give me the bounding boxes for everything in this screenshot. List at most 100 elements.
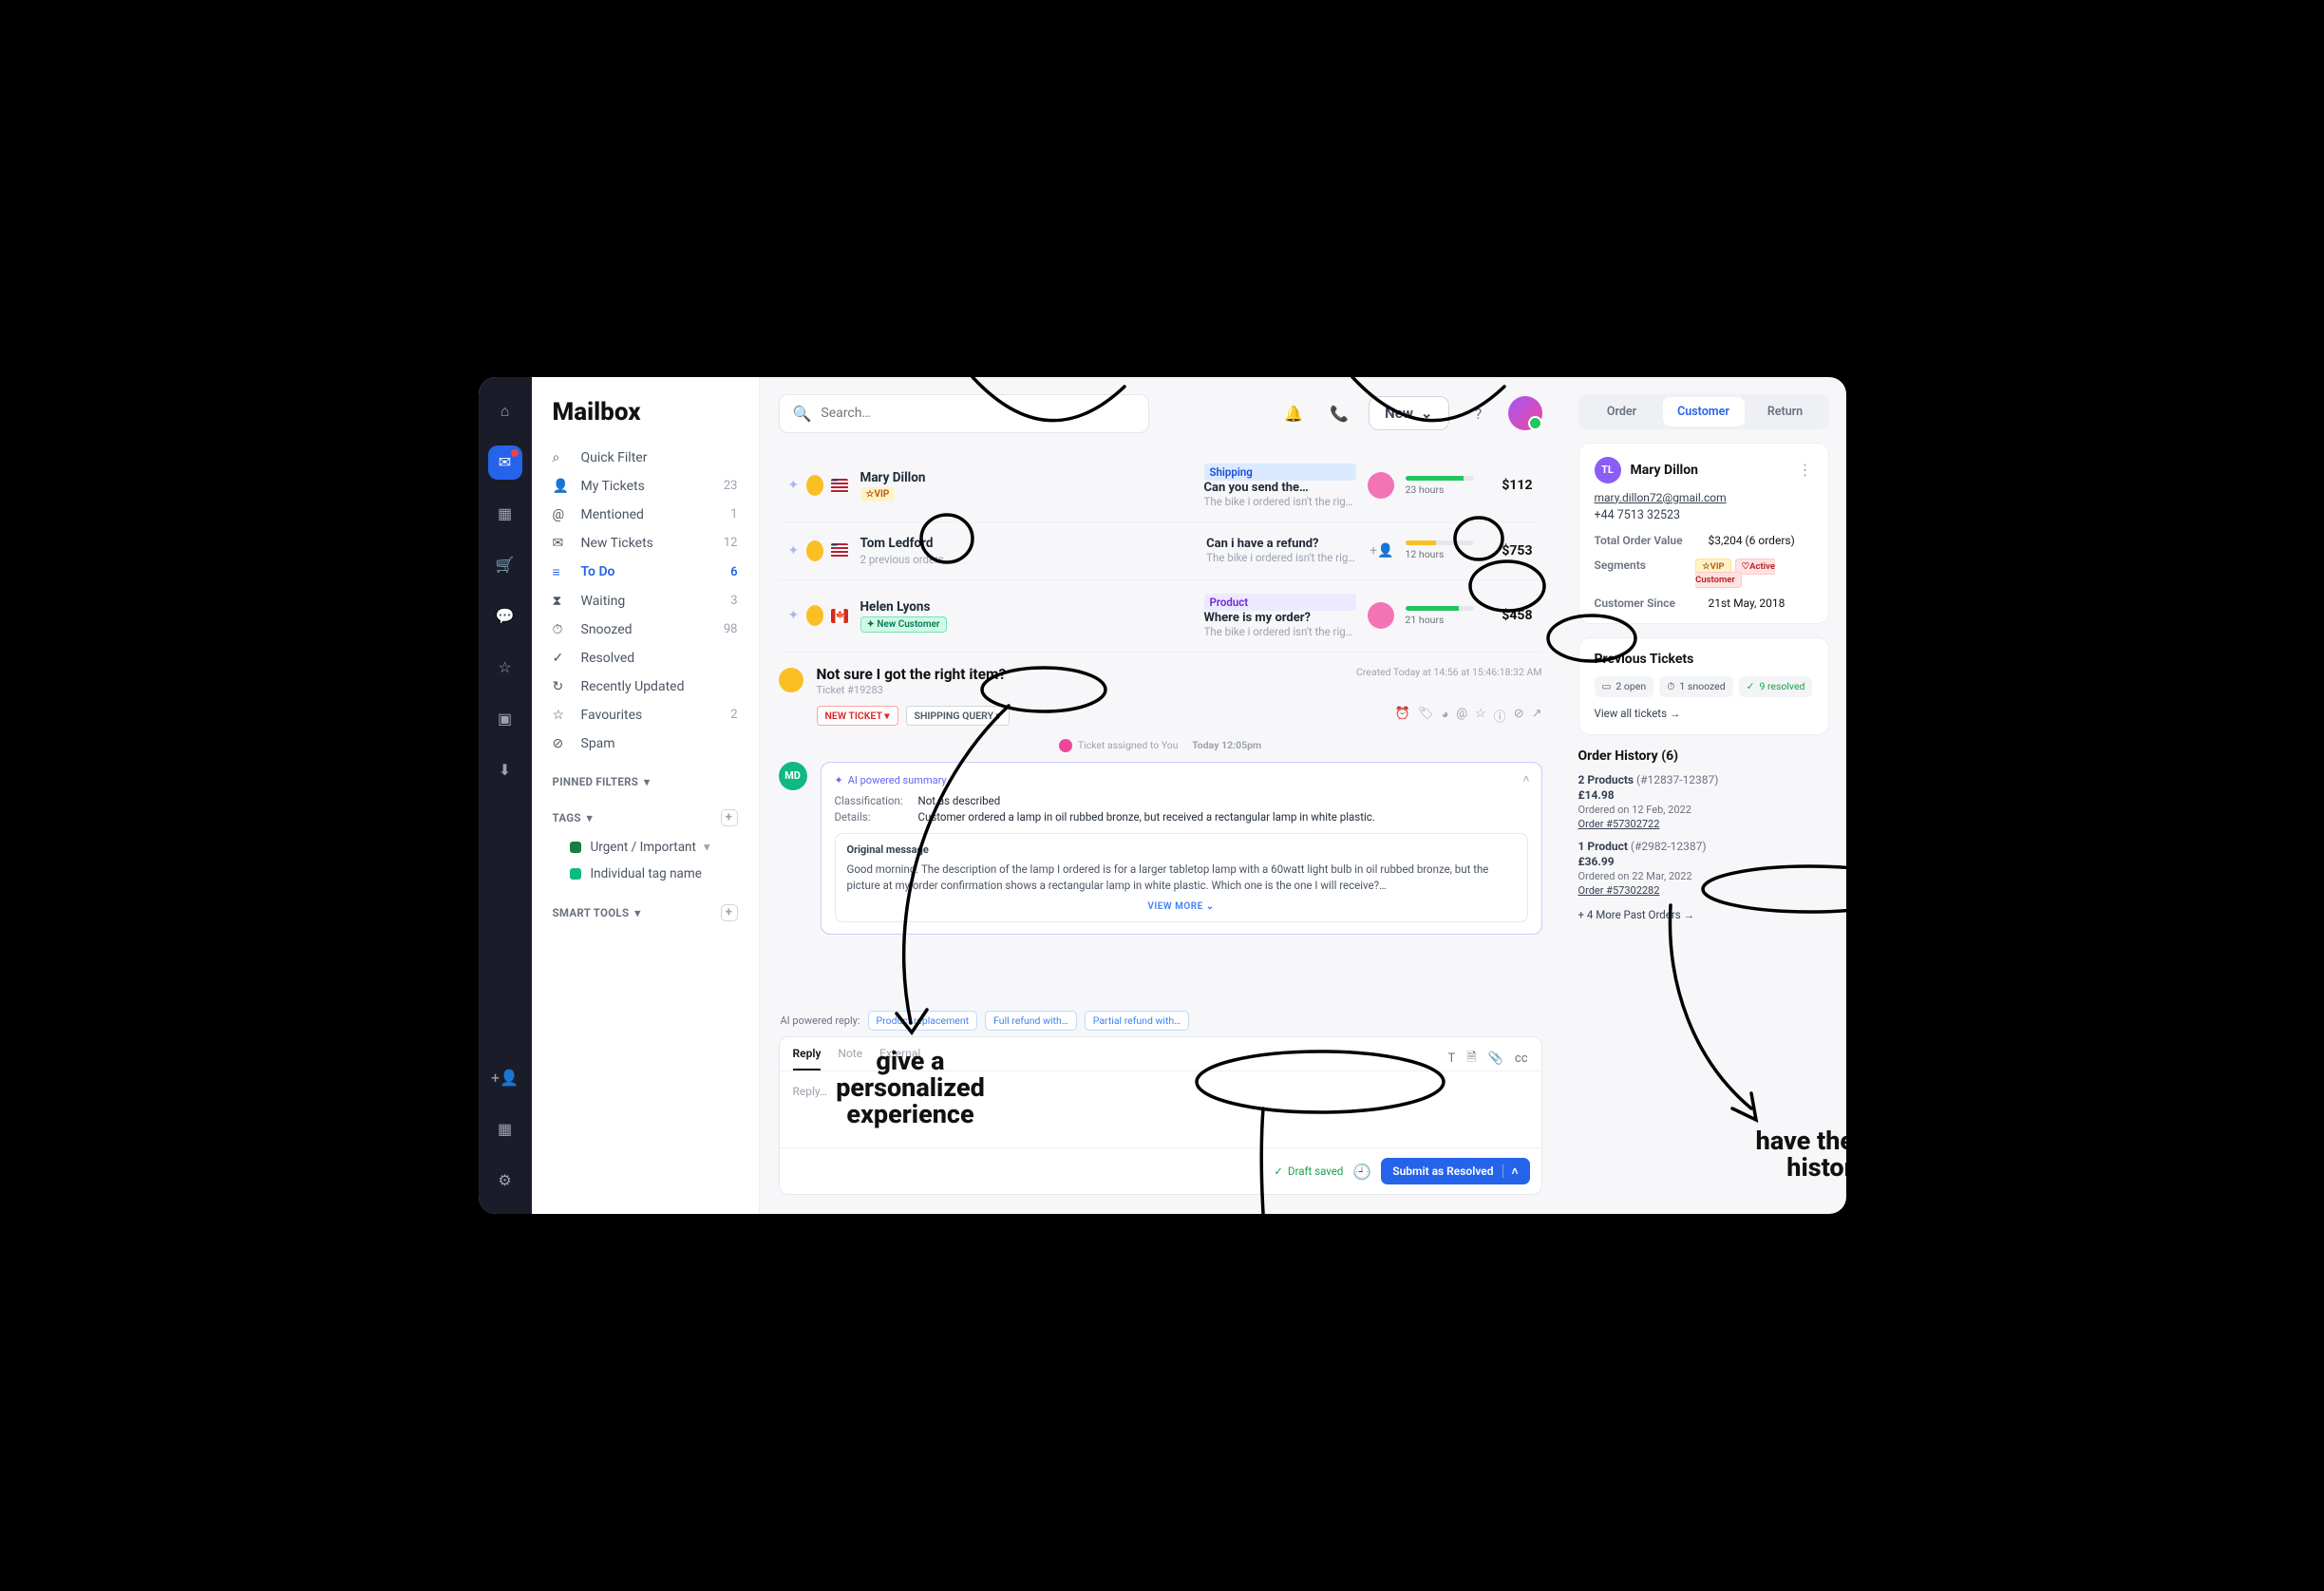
sidebar-item-spam[interactable]: ⊘Spam	[532, 729, 759, 758]
rail-star-icon[interactable]: ☆	[488, 651, 522, 685]
section-tags[interactable]: TAGS ▾+	[532, 796, 759, 830]
phone-icon[interactable]: 📞	[1323, 397, 1355, 429]
submit-button[interactable]: Submit as Resolved˄	[1381, 1158, 1529, 1184]
customer-email[interactable]: mary.dillon72@gmail.com	[1595, 491, 1813, 504]
block-icon[interactable]: ⊘	[1514, 707, 1524, 725]
ticket-amount: $458	[1485, 608, 1533, 623]
schedule-icon[interactable]: 🕘	[1352, 1163, 1371, 1181]
more-past-orders-link[interactable]: + 4 More Past Orders →	[1578, 908, 1695, 921]
rail-archive-icon[interactable]: ⬇	[488, 753, 522, 787]
rail-home-icon[interactable]: ⌂	[488, 394, 522, 428]
rail-settings-icon[interactable]: ⚙	[488, 1163, 522, 1197]
order-history-entry[interactable]: 1 Product (#2982-12387) £36.99 Ordered o…	[1578, 840, 1829, 897]
assignee-avatar-icon[interactable]: ◕	[1441, 707, 1448, 725]
reply-suggestion-chip[interactable]: Product replacement	[868, 1011, 978, 1031]
sidebar-item-snoozed[interactable]: ⏱Snoozed98	[532, 616, 759, 644]
ticket-row[interactable]: ✦ Mary Dillon☆VIP Shipping Can you send …	[779, 450, 1542, 522]
customer-menu-icon[interactable]: ⋮	[1798, 461, 1813, 479]
sidebar-item-favourites[interactable]: ☆Favourites2	[532, 701, 759, 729]
section-pinned-filters[interactable]: PINNED FILTERS ▾	[532, 762, 759, 792]
assign-icon[interactable]: +👤	[1370, 543, 1393, 559]
cc-button[interactable]: cc	[1515, 1051, 1528, 1066]
ticket-status-chip[interactable]: ▭ 2 open	[1595, 676, 1654, 697]
rail-cart-icon[interactable]: 🛒	[488, 548, 522, 582]
reply-suggestion-chip[interactable]: Full refund with…	[985, 1011, 1077, 1031]
sidebar-item-mentioned[interactable]: @Mentioned1	[532, 501, 759, 529]
alarm-icon[interactable]: ⏰	[1395, 707, 1410, 725]
attachment-icon[interactable]: 📎	[1488, 1051, 1503, 1066]
rail-chat-icon[interactable]: 💬	[488, 599, 522, 634]
sidebar-item-new-tickets[interactable]: ✉New Tickets12	[532, 529, 759, 558]
rail-apps-icon[interactable]: ▦	[488, 1111, 522, 1146]
order-link[interactable]: Order #57302722	[1578, 818, 1660, 830]
ticket-quick-actions: ⏰ 🏷 ◕ @ ☆ ⓘ ⊘ ↗	[1395, 707, 1542, 725]
reply-suggestion-chip[interactable]: Partial refund with…	[1085, 1011, 1189, 1031]
rail-add-user-icon[interactable]: +👤	[488, 1060, 522, 1094]
order-history-entry[interactable]: 2 Products (#12837-12387) £14.98 Ordered…	[1578, 773, 1829, 830]
add-smart-tool-button[interactable]: +	[721, 904, 738, 921]
assignee-avatar	[1368, 472, 1394, 499]
tab-order[interactable]: Order	[1581, 397, 1663, 426]
search-field[interactable]: 🔍	[779, 394, 1149, 433]
assignment-banner: Ticket assigned to You Today 12:05pm	[779, 739, 1542, 752]
tab-return[interactable]: Return	[1745, 397, 1826, 426]
order-products-count: 1 Product	[1578, 840, 1628, 853]
filter-icon: ⌕	[553, 450, 572, 465]
chevron-down-icon: ▾	[634, 906, 640, 919]
tag-icon[interactable]: 🏷	[1418, 707, 1434, 725]
section-smart-tools[interactable]: SMART TOOLS ▾+	[532, 891, 759, 925]
help-icon[interactable]: ?	[1463, 397, 1495, 429]
sidebar-item-my-tickets[interactable]: 👤My Tickets23	[532, 472, 759, 501]
submit-dropdown-icon[interactable]: ˄	[1502, 1165, 1518, 1178]
ai-classification-value: Not as described	[918, 794, 1528, 807]
collapse-icon[interactable]: ˄	[1522, 772, 1529, 786]
add-tag-button[interactable]: +	[721, 809, 738, 826]
sender-avatar: MD	[779, 762, 807, 790]
tag-item[interactable]: Individual tag name	[532, 861, 759, 887]
star-icon[interactable]: ☆	[1475, 707, 1486, 725]
sparkle-icon: ✦	[788, 478, 800, 493]
chevron-down-icon: ▾	[587, 811, 593, 824]
sidebar-item-to-do[interactable]: ≡To Do6	[532, 558, 759, 587]
original-message-body: Good morning. The description of the lam…	[847, 862, 1516, 895]
mention-icon[interactable]: @	[1456, 707, 1467, 725]
view-more-button[interactable]: VIEW MORE ⌄	[847, 901, 1516, 912]
ticket-row[interactable]: ✦ Helen Lyons✦ New Customer Product Wher…	[779, 580, 1542, 653]
rail-profile-icon[interactable]: ▣	[488, 702, 522, 736]
tag-color-icon	[570, 842, 581, 853]
rail-mailbox-icon[interactable]: ✉	[488, 445, 522, 480]
user-avatar[interactable]	[1508, 396, 1542, 430]
order-price: £36.99	[1578, 855, 1829, 868]
ticket-row[interactable]: ✦ Tom Ledford2 previous orders Can i hav…	[779, 522, 1542, 580]
sla-hours: 12 hours	[1406, 548, 1474, 560]
sidebar-item-recently-updated[interactable]: ↻Recently Updated	[532, 672, 759, 701]
rail-analytics-icon[interactable]: ▦	[488, 497, 522, 531]
sidebar-item-label: Quick Filter	[581, 450, 648, 465]
order-link[interactable]: Order #57302282	[1578, 884, 1660, 897]
tab-customer[interactable]: Customer	[1663, 397, 1745, 426]
sidebar-item-quick-filter[interactable]: ⌕ Quick Filter	[532, 444, 759, 472]
topbar: 🔍 🔔 📞 New⌄ ?	[760, 377, 1561, 450]
ticket-preview: The bike i ordered isn't the right s…	[1204, 625, 1356, 638]
star-icon: ☆	[553, 708, 572, 723]
tag-item[interactable]: Urgent / Important▾	[532, 834, 759, 861]
template-icon[interactable]: 🗎	[1466, 1049, 1476, 1070]
shipping-query-pill[interactable]: SHIPPING QUERY ▾	[906, 706, 1010, 726]
details-panel: Order Customer Return TL Mary Dillon ⋮ m…	[1561, 377, 1846, 1215]
share-icon[interactable]: ↗	[1532, 707, 1542, 725]
chevron-down-icon: ⌄	[1421, 405, 1433, 422]
ticket-status-chip[interactable]: ✓ 9 resolved	[1739, 676, 1813, 697]
sidebar-item-count: 3	[730, 594, 737, 608]
sidebar-item-count: 23	[724, 479, 738, 493]
ticket-status-chip[interactable]: ⏱ 1 snoozed	[1659, 676, 1732, 697]
sidebar-item-waiting[interactable]: ⧗Waiting3	[532, 587, 759, 616]
view-all-tickets-link[interactable]: View all tickets →	[1595, 707, 1681, 720]
search-input[interactable]	[821, 406, 1134, 421]
new-button[interactable]: New⌄	[1369, 396, 1448, 430]
assignee-avatar-icon	[1059, 739, 1072, 752]
sidebar-item-resolved[interactable]: ✓Resolved	[532, 644, 759, 672]
info-icon[interactable]: ⓘ	[1494, 707, 1506, 725]
notifications-icon[interactable]: 🔔	[1277, 397, 1310, 429]
format-icon[interactable]: T	[1447, 1051, 1455, 1066]
new-ticket-pill[interactable]: NEW TICKET ▾	[817, 706, 898, 726]
